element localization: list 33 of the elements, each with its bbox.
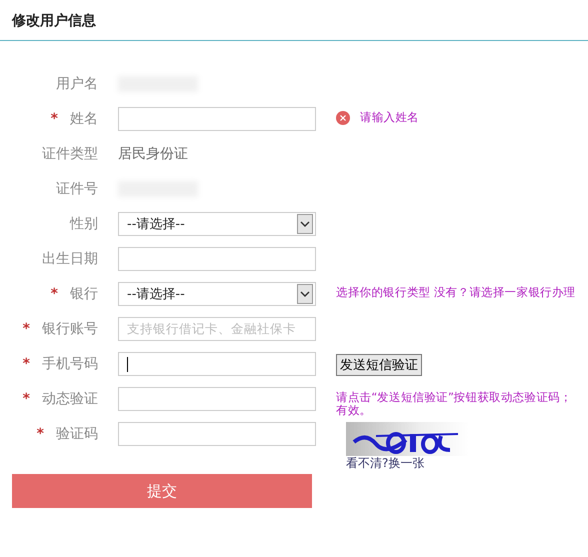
- field-label: 验证码: [56, 425, 98, 443]
- field-label: 用户名: [56, 75, 98, 93]
- send-sms-button[interactable]: 发送短信验证: [336, 354, 422, 376]
- hint-text: 请点击“发送短信验证”按钮获取动态验证码；: [336, 391, 572, 404]
- input-field[interactable]: [118, 422, 316, 446]
- field-label: 出生日期: [42, 250, 98, 268]
- input-field[interactable]: [118, 247, 316, 271]
- field-label: 性别: [70, 215, 98, 233]
- required-mark: *: [50, 286, 58, 302]
- hint-text: 有效。: [336, 404, 372, 417]
- refresh-captcha-link[interactable]: 看不清?换一张: [346, 456, 470, 470]
- input-field[interactable]: [118, 352, 316, 376]
- field-label: 证件号: [56, 180, 98, 198]
- input-field[interactable]: [118, 387, 316, 411]
- required-mark: *: [22, 356, 30, 372]
- required-mark: *: [22, 321, 30, 337]
- field-label: 手机号码: [42, 355, 98, 373]
- required-mark: *: [36, 426, 44, 442]
- select-field[interactable]: --请选择--: [118, 212, 316, 236]
- required-mark: *: [50, 111, 58, 127]
- error-icon: [336, 111, 350, 125]
- field-label: 银行: [70, 285, 98, 303]
- page-title: 修改用户信息: [12, 12, 97, 30]
- hint-text: 请输入姓名: [360, 111, 420, 124]
- select-field[interactable]: --请选择--: [118, 282, 316, 306]
- field-value: 居民身份证: [118, 145, 188, 163]
- field-label: 证件类型: [42, 145, 98, 163]
- input-field[interactable]: [118, 107, 316, 131]
- required-mark: *: [22, 391, 30, 407]
- field-label: 动态验证: [42, 390, 98, 408]
- field-label: 银行账号: [42, 320, 98, 338]
- hint-text: 选择你的银行类型 没有？请选择一家银行办理: [336, 286, 576, 299]
- field-label: 姓名: [70, 110, 98, 128]
